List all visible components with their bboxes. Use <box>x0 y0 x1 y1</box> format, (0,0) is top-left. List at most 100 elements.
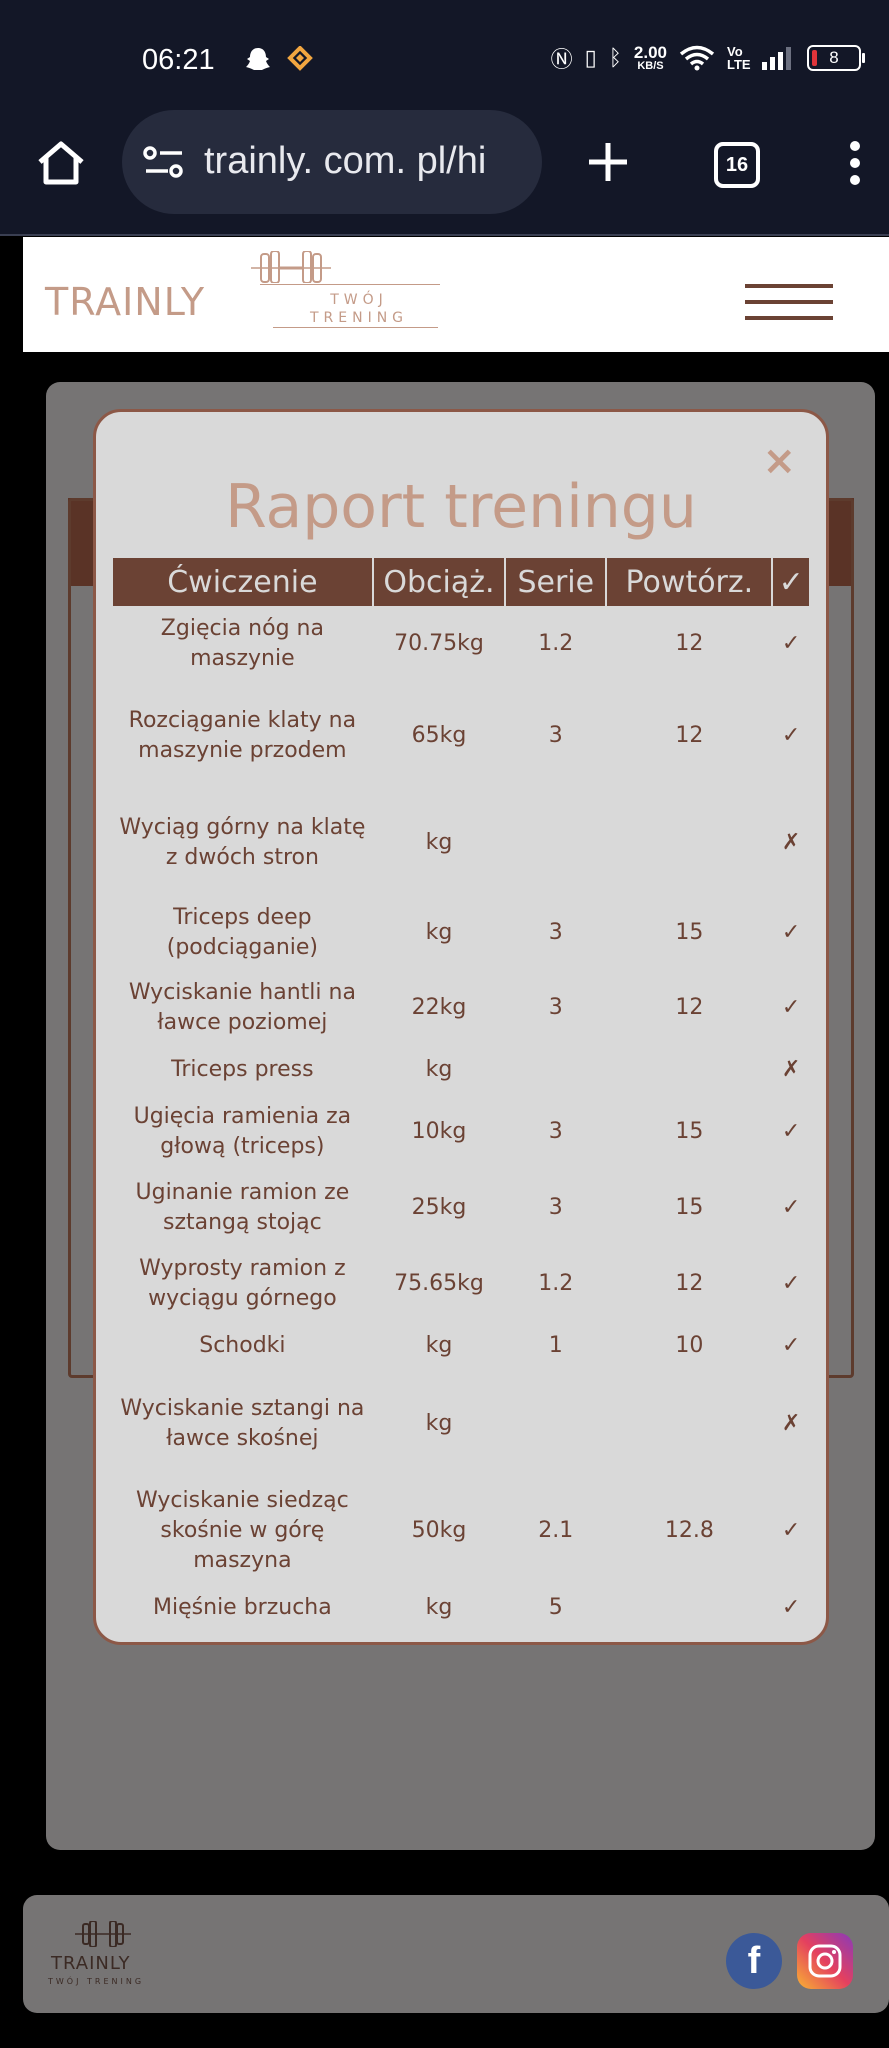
reps-cell: 15 <box>675 1119 704 1144</box>
hamburger-menu-icon[interactable] <box>745 284 833 322</box>
site-settings-icon[interactable] <box>142 144 186 180</box>
dumbbell-icon <box>251 251 331 283</box>
training-report-modal: × Raport treningu Ćwiczenie Obciąż. Seri… <box>93 409 829 1645</box>
table-row: Wyprosty ramion z wyciągu górnego 75.65kg… <box>113 1246 809 1322</box>
load-cell: kg <box>425 830 453 855</box>
exercise-name-cell: Uginanie ramion ze sztangą stojąc <box>135 1180 350 1235</box>
reps-cell: 15 <box>675 920 704 945</box>
reps-cell: 15 <box>675 1195 704 1220</box>
load-cell: 70.75kg <box>394 631 484 656</box>
column-header-reps: Powtórz. <box>607 558 772 606</box>
wifi-icon <box>679 45 715 71</box>
address-bar[interactable]: trainly. com. pl/hi <box>122 110 542 214</box>
bluetooth-icon: ᛒ <box>608 45 622 71</box>
tab-switcher-button[interactable]: 16 <box>714 142 760 188</box>
exercise-name-cell: Triceps deep (podciąganie) <box>166 905 319 960</box>
more-icon[interactable] <box>848 140 862 186</box>
table-row: Wyciskanie siedząc skośnie w górę maszyn… <box>113 1478 809 1584</box>
load-cell: kg <box>425 1333 453 1358</box>
dumbbell-icon <box>75 1921 131 1947</box>
report-table: Ćwiczenie Obciąż. Serie Powtórz. ✓ Zgięc… <box>111 558 811 1632</box>
browser-toolbar: trainly. com. pl/hi 16 <box>0 110 889 235</box>
done-cell: ✓ <box>781 1595 801 1620</box>
load-cell: 25kg <box>411 1195 467 1220</box>
reps-cell <box>607 1046 771 1094</box>
done-cell: ✗ <box>781 830 801 855</box>
exercise-name-cell: Rozciąganie klaty na maszynie przodem <box>128 708 357 763</box>
chrome-divider <box>0 234 889 236</box>
logo[interactable]: TRAINLY TWÓJ TRENING <box>23 237 443 352</box>
load-cell: 75.65kg <box>394 1271 484 1296</box>
site-footer: TRAINLY TWÓJ TRENING f <box>23 1895 889 2013</box>
sets-cell: 3 <box>548 920 563 945</box>
plus-icon[interactable] <box>586 140 630 184</box>
done-cell: ✓ <box>781 1333 801 1358</box>
sets-cell: 3 <box>548 723 563 748</box>
reps-cell: 12 <box>675 1271 704 1296</box>
status-time: 06:21 <box>142 44 215 76</box>
table-row: Wyciąg górny na klatę z dwóch stron kg ✗ <box>113 790 809 896</box>
done-cell: ✓ <box>781 1271 801 1296</box>
load-cell: kg <box>425 1411 453 1436</box>
footer-tagline: TWÓJ TRENING <box>48 1977 145 1986</box>
reps-cell: 12.8 <box>664 1518 714 1543</box>
instagram-icon[interactable] <box>797 1933 853 1989</box>
load-cell: kg <box>425 920 453 945</box>
exercise-name-cell: Wyciskanie sztangi na ławce skośnej <box>120 1396 365 1451</box>
load-cell: 10kg <box>411 1119 467 1144</box>
reps-cell: 12 <box>675 995 704 1020</box>
table-row: Triceps deep (podciąganie) kg 3 15 ✓ <box>113 896 809 970</box>
sets-cell: 5 <box>548 1595 563 1620</box>
exercise-name-cell: Wyciskanie hantli na ławce poziomej <box>128 980 356 1035</box>
reps-cell: 10 <box>675 1333 704 1358</box>
sets-cell: 1 <box>548 1333 563 1358</box>
sets-cell: 2.1 <box>538 1518 574 1543</box>
sets-cell <box>506 1046 605 1094</box>
sets-cell: 3 <box>548 1119 563 1144</box>
done-cell: ✓ <box>781 631 801 656</box>
table-row: Schodki kg 1 10 ✓ <box>113 1322 809 1370</box>
done-cell: ✓ <box>781 1119 801 1144</box>
column-header-sets: Serie <box>506 558 606 606</box>
table-row: Uginanie ramion ze sztangą stojąc 25kg 3 15… <box>113 1170 809 1246</box>
column-header-exercise: Ćwiczenie <box>113 558 372 606</box>
done-cell: ✓ <box>781 723 801 748</box>
home-icon[interactable] <box>36 140 86 186</box>
load-cell: kg <box>425 1057 453 1082</box>
vibrate-icon: ▯ <box>584 45 597 71</box>
done-cell: ✗ <box>781 1057 801 1082</box>
table-row: Mięśnie brzucha kg 5 ✓ <box>113 1584 809 1632</box>
reps-cell <box>607 790 771 896</box>
done-cell: ✓ <box>781 995 801 1020</box>
table-row: Rozciąganie klaty na maszynie przodem 65k… <box>113 682 809 790</box>
facebook-icon[interactable]: f <box>726 1933 782 1989</box>
sets-cell <box>506 1370 605 1478</box>
exercise-name-cell: Wyciąg górny na klatę z dwóch stron <box>119 815 366 870</box>
signal-icon <box>762 47 791 70</box>
reps-cell: 12 <box>675 631 704 656</box>
sets-cell: 3 <box>548 995 563 1020</box>
status-icons: Ⓝ ▯ ᛒ 2.00 KB/S Vo LTE 8 <box>550 42 865 74</box>
exercise-name-cell: Ugięcia ramienia za głową (triceps) <box>133 1104 352 1159</box>
load-cell: 22kg <box>411 995 467 1020</box>
app-notification-icon <box>287 46 313 71</box>
table-row: Wyciskanie hantli na ławce poziomej 22kg 3… <box>113 970 809 1046</box>
sets-cell <box>506 790 605 896</box>
load-cell: 50kg <box>411 1518 467 1543</box>
table-row: Ugięcia ramienia za głową (triceps) 10kg 3… <box>113 1094 809 1170</box>
sets-cell: 1.2 <box>538 631 574 656</box>
report-table-body: Zgięcia nóg na maszynie 70.75kg 1.2 12 ✓ Rozc… <box>113 606 809 1632</box>
nfc-icon: Ⓝ <box>550 48 573 73</box>
logo-brand: TRAINLY <box>45 280 206 324</box>
exercise-name-cell: Triceps press <box>171 1057 314 1082</box>
table-row: Wyciskanie sztangi na ławce skośnej kg ✗ <box>113 1370 809 1478</box>
reps-cell: 12 <box>675 723 704 748</box>
exercise-name-cell: Wyciskanie siedząc skośnie w górę maszyn… <box>136 1488 349 1573</box>
reps-cell <box>607 1584 771 1632</box>
done-cell: ✓ <box>781 1518 801 1543</box>
table-row: Triceps press kg ✗ <box>113 1046 809 1094</box>
exercise-name-cell: Schodki <box>199 1333 286 1358</box>
network-speed: 2.00 KB/S <box>633 43 667 72</box>
logo-tagline: TWÓJ TRENING <box>309 292 409 326</box>
battery-indicator: 8 <box>807 45 865 71</box>
